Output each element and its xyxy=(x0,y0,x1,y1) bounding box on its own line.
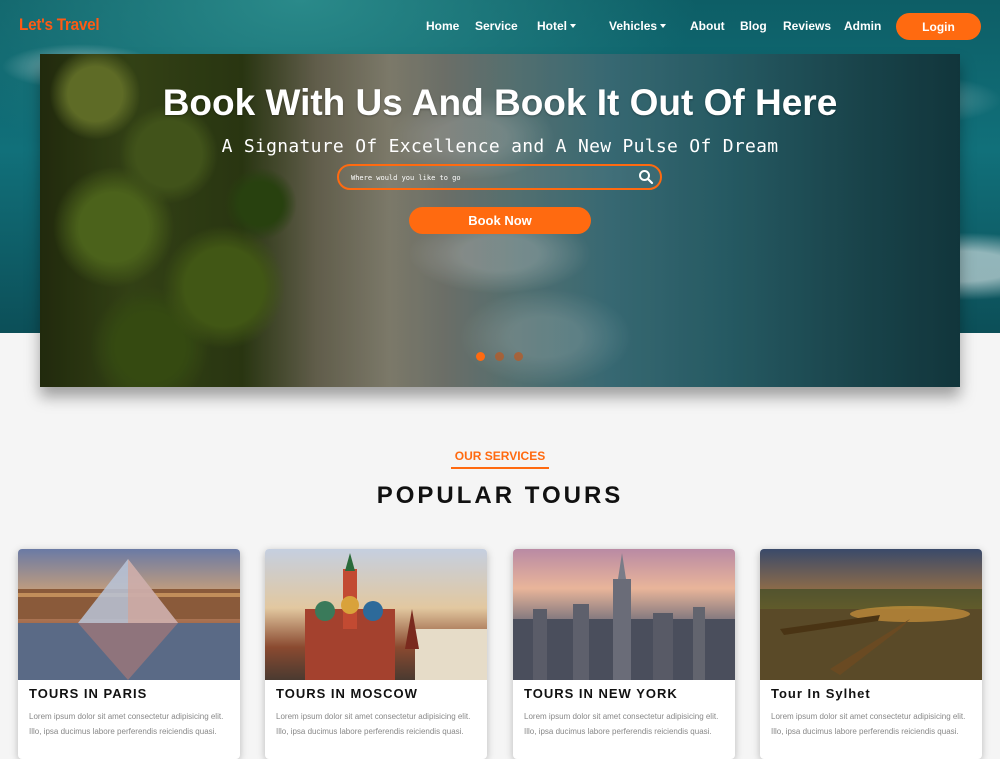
tour-image-new-york xyxy=(513,549,735,680)
nav-vehicles[interactable]: Vehicles xyxy=(609,19,667,33)
tour-description: Lorem ipsum dolor sit amet consectetur a… xyxy=(524,712,719,736)
search-icon[interactable] xyxy=(638,169,654,185)
tour-title: TOURS IN NEW YORK xyxy=(524,686,678,701)
tour-card-sylhet[interactable]: Tour In Sylhet Lorem ipsum dolor sit ame… xyxy=(760,549,982,759)
nav-reviews[interactable]: Reviews xyxy=(783,19,831,33)
tour-description: Lorem ipsum dolor sit amet consectetur a… xyxy=(29,712,224,736)
nav-about[interactable]: About xyxy=(690,19,725,33)
tour-card-moscow[interactable]: TOURS IN MOSCOW Lorem ipsum dolor sit am… xyxy=(265,549,487,759)
hero-title: Book With Us And Book It Out Of Here xyxy=(162,82,838,123)
chevron-down-icon xyxy=(660,24,667,28)
hero-carousel: Book With Us And Book It Out Of Here A S… xyxy=(40,54,960,387)
tour-title: Tour In Sylhet xyxy=(771,686,871,701)
tour-description: Lorem ipsum dolor sit amet consectetur a… xyxy=(771,712,966,736)
carousel-dot[interactable] xyxy=(476,352,485,361)
section-title: POPULAR TOURS xyxy=(376,482,624,509)
tour-image-sylhet xyxy=(760,549,982,680)
login-button[interactable]: Login xyxy=(896,13,981,40)
services-label: OUR SERVICES xyxy=(454,449,546,463)
tour-card-new-york[interactable]: TOURS IN NEW YORK Lorem ipsum dolor sit … xyxy=(513,549,735,759)
tour-image-paris xyxy=(18,549,240,680)
nav-admin[interactable]: Admin xyxy=(844,19,881,33)
services-underline xyxy=(451,467,549,469)
tour-image-moscow xyxy=(265,549,487,680)
carousel-indicators xyxy=(476,352,523,361)
nav-blog[interactable]: Blog xyxy=(740,19,767,33)
nav-service[interactable]: Service xyxy=(475,19,518,33)
chevron-down-icon xyxy=(570,24,576,28)
tour-description: Lorem ipsum dolor sit amet consectetur a… xyxy=(276,712,471,736)
nav-home[interactable]: Home xyxy=(426,19,459,33)
navbar: Let's Travel Home Service Hotel Vehicles… xyxy=(0,0,1000,52)
carousel-dot[interactable] xyxy=(495,352,504,361)
carousel-dot[interactable] xyxy=(514,352,523,361)
search-input[interactable] xyxy=(351,171,631,185)
brand-logo[interactable]: Let's Travel xyxy=(19,15,100,35)
tour-card-paris[interactable]: TOURS IN PARIS Lorem ipsum dolor sit ame… xyxy=(18,549,240,759)
nav-vehicles-label: Vehicles xyxy=(609,19,658,33)
search-box xyxy=(337,164,662,190)
nav-hotel[interactable]: Hotel xyxy=(537,19,576,33)
nav-hotel-label: Hotel xyxy=(537,19,567,33)
hero-subtitle: A Signature Of Excellence and A New Puls… xyxy=(221,136,779,157)
tour-title: TOURS IN PARIS xyxy=(29,686,148,701)
tour-title: TOURS IN MOSCOW xyxy=(276,686,418,701)
book-now-button[interactable]: Book Now xyxy=(409,207,591,234)
